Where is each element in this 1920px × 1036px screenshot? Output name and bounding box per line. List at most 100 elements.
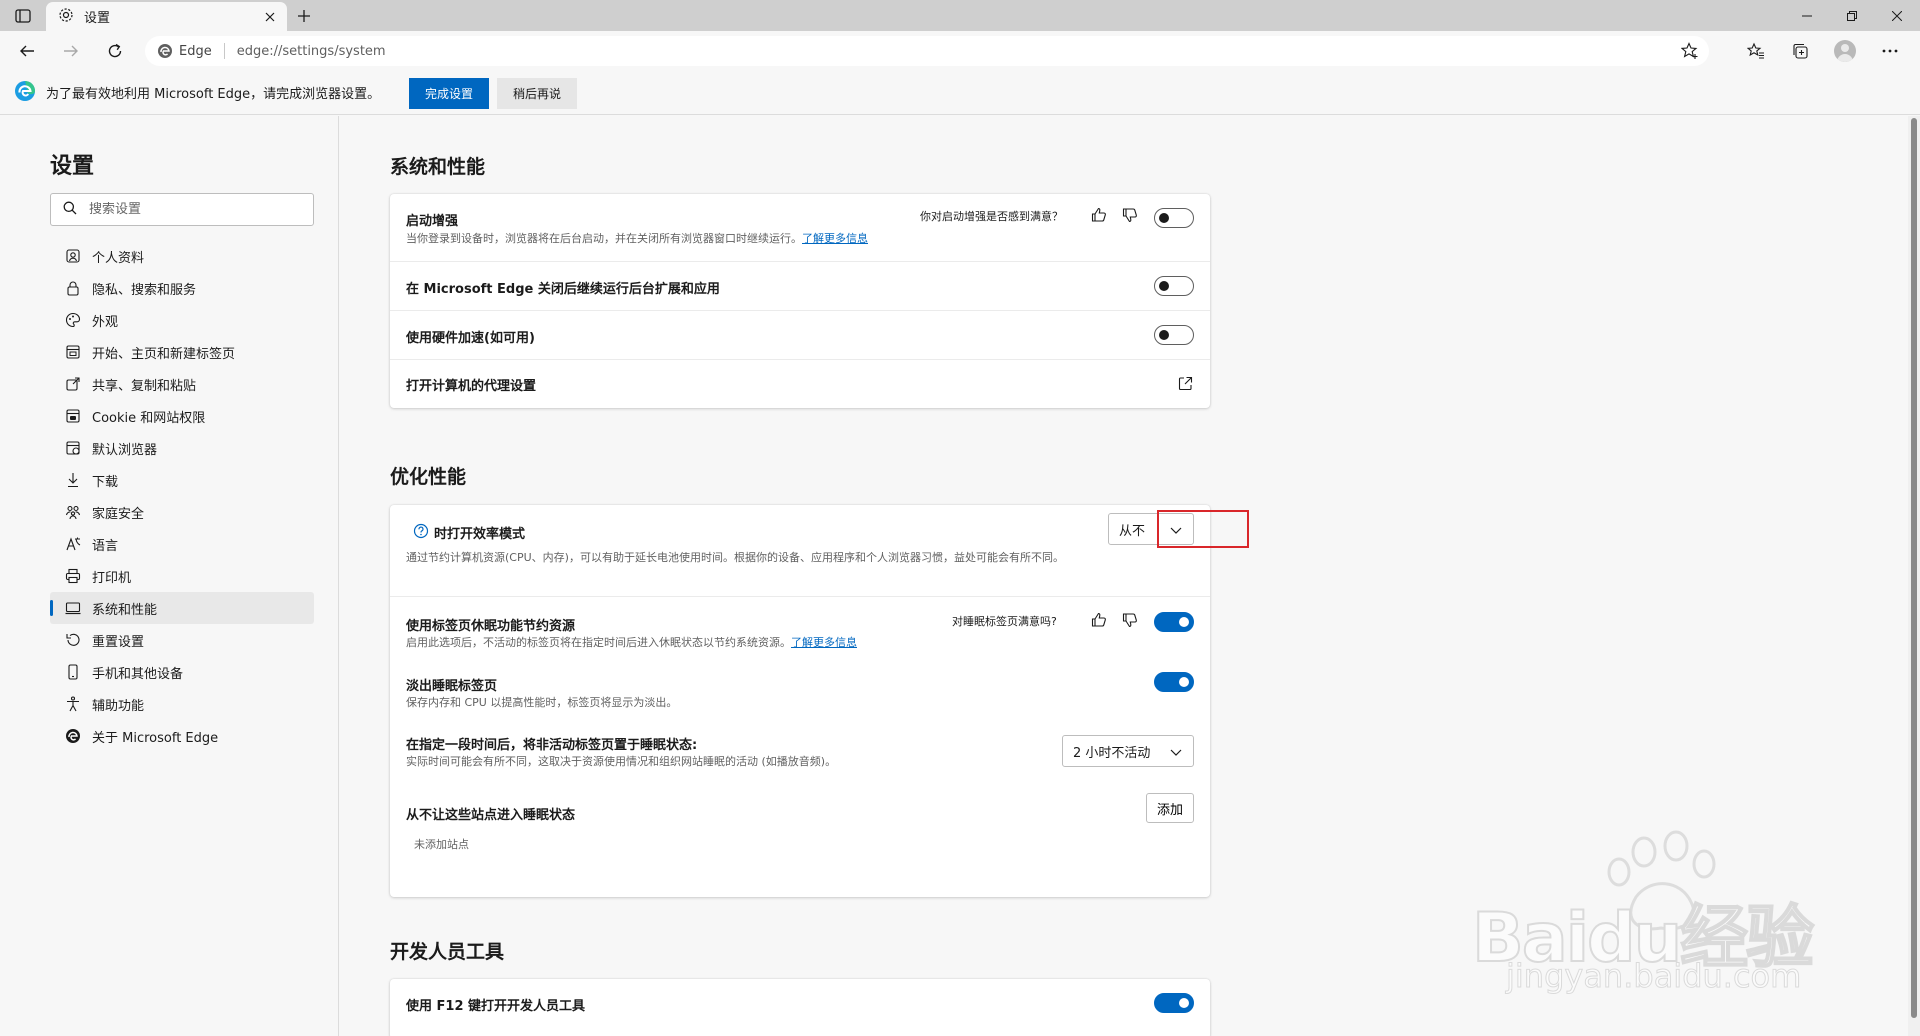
sleeping-tabs-toggle[interactable] [1154,612,1194,632]
settings-sidebar: 设置 个人资料 隐私、搜索和服务 外观 开始、主页和新建标签页 共享、复制和粘贴 [0,116,339,1036]
sidebar-item-privacy[interactable]: 隐私、搜索和服务 [50,272,314,304]
edge-logo-icon [64,727,82,745]
search-input[interactable] [89,202,289,217]
close-window-icon[interactable] [1874,0,1920,31]
more-menu-icon[interactable] [1875,37,1905,65]
startup-boost-toggle[interactable] [1154,208,1194,228]
add-favorite-icon[interactable] [1680,42,1699,60]
restore-icon[interactable] [1829,0,1875,31]
external-link-icon[interactable] [1176,374,1194,392]
language-icon [64,535,82,553]
close-tab-icon[interactable] [261,8,279,26]
learn-more-link[interactable]: 了解更多信息 [791,636,857,649]
sidebar-item-printers[interactable]: 打印机 [50,560,314,592]
thumbs-up-icon[interactable] [1090,611,1108,629]
address-divider [223,43,225,59]
startup-boost-title: 启动增强 [406,214,459,229]
site-permissions-icon [64,407,82,425]
browser-toolbar: Edge edge://settings/system [0,31,1920,71]
annotation-highlight-box [1157,510,1249,548]
fade-sleeping-tabs-desc: 保存内存和 CPU 以提高性能时，标签页将显示为淡出。 [406,696,678,709]
sidebar-item-system[interactable]: 系统和性能 [50,592,314,624]
sleep-after-desc: 实际时间可能会有所不同，这取决于资源使用情况和组织网站睡眠的活动 (如播放音频)… [406,755,837,768]
setup-message: 为了最有效地利用 Microsoft Edge，请完成浏览器设置。 [46,87,381,102]
efficiency-mode-value: 从不 [1119,523,1146,539]
sidebar-item-cookies[interactable]: Cookie 和网站权限 [50,400,314,432]
proxy-settings-title: 打开计算机的代理设置 [406,379,537,394]
sidebar-item-start-home[interactable]: 开始、主页和新建标签页 [50,336,314,368]
fade-sleeping-tabs-toggle[interactable] [1154,672,1194,692]
watermark-sub-text: jingyan.baidu.com [1505,957,1802,996]
hardware-acceleration-toggle[interactable] [1154,325,1194,345]
sidebar-item-family[interactable]: 家庭安全 [50,496,314,528]
page-title: 设置 [50,154,95,179]
maybe-later-button[interactable]: 稍后再说 [497,78,578,109]
sidebar-item-default-browser[interactable]: 默认浏览器 [50,432,314,464]
favorites-icon[interactable] [1741,37,1771,65]
section-title-performance: 优化性能 [390,466,467,488]
hardware-acceleration-row: 使用硬件加速(如可用) [390,311,1210,360]
complete-setup-button[interactable]: 完成设置 [409,78,490,109]
appearance-icon [64,311,82,329]
efficiency-mode-desc: 通过节约计算机资源(CPU、内存)，可以有助于延长电池使用时间。根据你的设备、应… [406,551,1064,564]
sidebar-item-reset[interactable]: 重置设置 [50,624,314,656]
proxy-settings-row[interactable]: 打开计算机的代理设置 [390,360,1210,408]
sidebar-item-appearance[interactable]: 外观 [50,304,314,336]
sleeping-tabs-desc: 启用此选项后，不活动的标签页将在指定时间后进入休眠状态以节约系统资源。了解更多信… [406,636,857,649]
startup-boost-row: 启动增强 当你登录到设备时，浏览器将在后台启动，并在关闭所有浏览器窗口时继续运行… [390,194,1210,262]
efficiency-mode-title: 时打开效率模式 [434,527,526,542]
add-site-button[interactable]: 添加 [1145,793,1194,823]
sidebar-item-downloads[interactable]: 下载 [50,464,314,496]
fade-sleeping-tabs-title: 淡出睡眠标签页 [406,679,498,694]
sidebar-item-label: 语言 [92,538,119,554]
settings-nav: 个人资料 隐私、搜索和服务 外观 开始、主页和新建标签页 共享、复制和粘贴 Co… [50,240,314,752]
thumbs-up-icon[interactable] [1090,206,1108,224]
sidebar-item-accessibility[interactable]: 辅助功能 [50,688,314,720]
sleeping-tabs-group: 使用标签页休眠功能节约资源 启用此选项后，不活动的标签页将在指定时间后进入休眠状… [390,597,1210,897]
baidu-watermark: Baidu经验 jingyan.baidu.com [1466,822,1826,1002]
never-sleep-title: 从不让这些站点进入睡眠状态 [406,808,576,823]
tab-actions-icon[interactable] [12,7,34,25]
forward-icon[interactable] [56,37,86,65]
sidebar-item-about[interactable]: 关于 Microsoft Edge [50,720,314,752]
performance-card: 时打开效率模式 通过节约计算机资源(CPU、内存)，可以有助于延长电池使用时间。… [390,505,1249,897]
settings-search[interactable] [50,193,314,226]
sidebar-item-label: 下载 [92,474,119,490]
thumbs-down-icon[interactable] [1121,206,1139,224]
system-icon [64,599,82,617]
startup-boost-desc: 当你登录到设备时，浏览器将在后台启动，并在关闭所有浏览器窗口时继续运行。了解更多… [406,232,868,245]
tab-settings[interactable]: 设置 [46,2,287,31]
minimize-icon[interactable] [1784,0,1830,31]
setup-infobar: 为了最有效地利用 Microsoft Edge，请完成浏览器设置。 完成设置 稍… [0,71,1920,115]
page-scrollbar[interactable] [1908,116,1920,1036]
sidebar-item-share[interactable]: 共享、复制和粘贴 [50,368,314,400]
accessibility-icon [64,695,82,713]
f12-toggle[interactable] [1154,993,1194,1013]
collections-icon[interactable] [1785,37,1815,65]
sidebar-item-languages[interactable]: 语言 [50,528,314,560]
back-icon[interactable] [12,37,42,65]
background-extensions-toggle[interactable] [1154,276,1194,296]
url-text[interactable]: edge://settings/system [237,44,386,59]
hardware-acceleration-title: 使用硬件加速(如可用) [406,331,535,346]
sidebar-item-label: 重置设置 [92,634,145,650]
help-icon[interactable] [412,522,430,540]
family-icon [64,503,82,521]
download-icon [64,471,82,489]
new-tab-icon[interactable] [292,4,316,28]
gear-icon [58,7,74,27]
thumbs-down-icon[interactable] [1121,611,1139,629]
chevron-down-icon [1169,745,1183,759]
sleep-after-select[interactable]: 2 小时不活动 [1062,735,1194,767]
sidebar-item-label: 个人资料 [92,250,145,266]
phone-icon [64,663,82,681]
profile-avatar[interactable] [1830,37,1860,65]
address-bar[interactable]: Edge edge://settings/system [145,36,1709,66]
sidebar-item-profile[interactable]: 个人资料 [50,240,314,272]
learn-more-link[interactable]: 了解更多信息 [802,232,868,245]
edge-color-logo-icon [14,80,36,106]
refresh-icon[interactable] [100,37,130,65]
sidebar-item-phone[interactable]: 手机和其他设备 [50,656,314,688]
background-extensions-title: 在 Microsoft Edge 关闭后继续运行后台扩展和应用 [406,282,720,297]
scrollbar-thumb[interactable] [1911,118,1917,1018]
